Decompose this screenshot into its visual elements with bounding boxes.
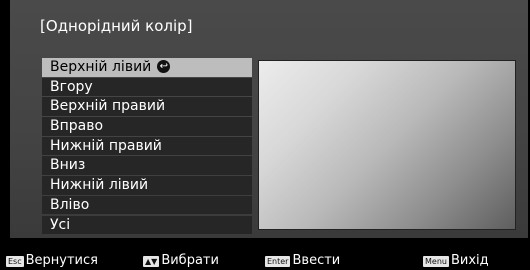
menu-key-icon: Menu xyxy=(423,255,449,267)
projector-screen: [Однорідний колір] Верхній лівий ↩ Вгору … xyxy=(0,0,530,270)
footer-hint-bar: Esc Вернутися ▲▼ Вибрати Enter Ввести Me… xyxy=(0,251,530,270)
menu-item-left[interactable]: Вліво xyxy=(42,195,252,215)
menu-item-bottom-left[interactable]: Нижній лівий xyxy=(42,176,252,195)
enter-arrow-icon: ↩ xyxy=(157,59,171,73)
menu-item-label: Нижній правий xyxy=(50,137,162,154)
position-menu: Верхній лівий ↩ Вгору Верхній правий Впра… xyxy=(42,58,252,235)
hint-exit: Menu Вихід xyxy=(423,253,489,269)
menu-item-all[interactable]: Усі xyxy=(42,215,252,234)
arrow-keys-icon: ▲▼ xyxy=(143,255,160,267)
menu-item-top-left[interactable]: Верхній лівий ↩ xyxy=(42,58,252,77)
hint-exit-label: Вихід xyxy=(450,253,489,268)
menu-item-label: Нижній лівий xyxy=(50,177,149,194)
menu-item-top[interactable]: Вгору xyxy=(42,77,252,97)
menu-item-right[interactable]: Вправо xyxy=(42,117,252,136)
gradient-preview xyxy=(258,60,516,230)
menu-item-label: Верхній правий xyxy=(50,98,166,115)
enter-key-icon: Enter xyxy=(265,255,291,267)
menu-item-top-right[interactable]: Верхній правий xyxy=(42,97,252,116)
menu-item-label: Вліво xyxy=(50,196,90,213)
hint-enter: Enter Ввести xyxy=(265,253,340,269)
hint-select: ▲▼ Вибрати xyxy=(143,253,219,269)
menu-item-label: Вгору xyxy=(50,78,93,95)
uniform-color-dialog: [Однорідний колір] Верхній лівий ↩ Вгору … xyxy=(10,0,528,238)
menu-item-label: Вниз xyxy=(50,157,86,174)
dialog-title: [Однорідний колір] xyxy=(40,17,193,35)
hint-select-label: Вибрати xyxy=(161,253,219,268)
menu-item-label: Верхній лівий xyxy=(50,59,152,75)
menu-item-label: Вправо xyxy=(50,118,104,135)
hint-enter-label: Ввести xyxy=(292,253,341,268)
hint-back-label: Вернутися xyxy=(25,253,98,268)
menu-item-bottom[interactable]: Вниз xyxy=(42,156,252,175)
esc-key-icon: Esc xyxy=(6,255,24,267)
menu-item-bottom-right[interactable]: Нижній правий xyxy=(42,136,252,156)
menu-item-label: Усі xyxy=(50,216,71,233)
hint-back: Esc Вернутися xyxy=(6,253,98,269)
